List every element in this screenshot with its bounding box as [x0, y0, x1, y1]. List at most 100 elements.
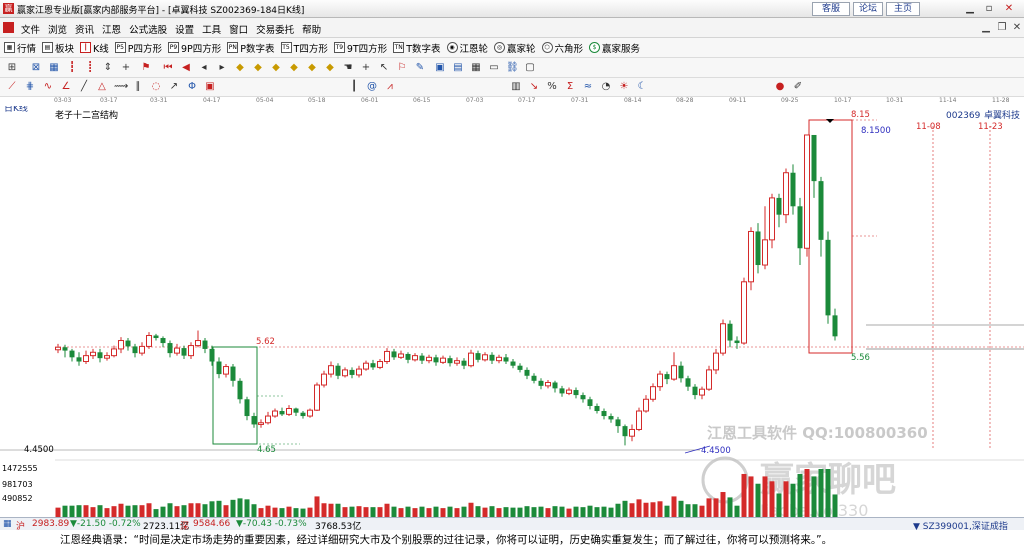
close-icon[interactable]: ✕: [1001, 2, 1017, 16]
toolbar-p-table[interactable]: PN P数字表: [227, 41, 275, 55]
toolbar-9t-square[interactable]: T9 9T四方形: [333, 41, 387, 55]
calendar-icon[interactable]: ▣: [434, 62, 446, 74]
candle-body: [461, 360, 467, 366]
menu-window[interactable]: 窗口: [225, 22, 252, 36]
candle-body: [307, 409, 313, 417]
cursor-icon[interactable]: ↖: [378, 62, 390, 74]
brush-icon[interactable]: ✐: [792, 81, 804, 93]
menu-tools[interactable]: 工具: [198, 22, 225, 36]
fan-icon[interactable]: ⟋: [6, 81, 18, 93]
candles-icon[interactable]: ┇: [66, 62, 78, 74]
toolbar-service[interactable]: $ 赢家服务: [589, 41, 640, 55]
doc-restore-icon[interactable]: ❐: [995, 21, 1009, 35]
parallel-icon[interactable]: ∥: [132, 81, 144, 93]
pitch-icon[interactable]: ⩘: [384, 81, 396, 93]
maximize-icon[interactable]: ▫: [981, 2, 997, 16]
home-button[interactable]: 主页: [886, 2, 920, 16]
forum-button[interactable]: 论坛: [853, 2, 883, 16]
window-icon[interactable]: ▢: [524, 62, 536, 74]
toolbar-quotes[interactable]: ▦ 行情: [4, 41, 36, 55]
diamond5-icon[interactable]: ◆: [306, 62, 318, 74]
save-icon[interactable]: ▤: [452, 62, 464, 74]
triangle-icon[interactable]: △: [96, 81, 108, 93]
toolbar-kline[interactable]: ┃ K线: [80, 41, 109, 55]
sh-index-value[interactable]: 2983.89: [32, 519, 69, 529]
fib-icon[interactable]: Φ: [186, 81, 198, 93]
first-icon[interactable]: ⏮: [162, 62, 174, 74]
table-icon[interactable]: ▦: [48, 62, 60, 74]
link-icon[interactable]: ⛓: [506, 62, 519, 74]
candle-body: [370, 363, 376, 368]
ray-icon[interactable]: ↗: [168, 81, 180, 93]
pattern-icon[interactable]: ⊠: [30, 62, 42, 74]
volume-bar: [741, 473, 747, 517]
curve-icon[interactable]: ∿: [42, 81, 54, 93]
sigma-icon[interactable]: Σ: [564, 81, 576, 93]
menu-trade[interactable]: 交易委托: [252, 22, 298, 36]
date-label: 11-14: [939, 97, 957, 104]
back-icon[interactable]: ◂: [198, 62, 210, 74]
doc-minimize-icon[interactable]: ▁: [979, 21, 993, 35]
line-icon[interactable]: ╱: [78, 81, 90, 93]
toolbar-hexagon[interactable]: ⬡ 六角形: [541, 41, 583, 55]
diamond2-icon[interactable]: ◆: [252, 62, 264, 74]
wave-icon[interactable]: ≈: [582, 81, 594, 93]
diamond6-icon[interactable]: ◆: [324, 62, 336, 74]
diamond4-icon[interactable]: ◆: [288, 62, 300, 74]
bar-tool-icon[interactable]: ▥: [510, 81, 522, 93]
volume-bar: [510, 507, 516, 517]
toolbar-t-square[interactable]: T5 T四方形: [280, 41, 328, 55]
angle-icon[interactable]: ∠: [60, 81, 72, 93]
prev-icon[interactable]: ◀: [180, 62, 192, 74]
grid-lines-icon[interactable]: ⋕: [24, 81, 36, 93]
bars-icon[interactable]: ┋: [84, 62, 96, 74]
layout-icon[interactable]: ⊞: [6, 62, 18, 74]
menu-gann[interactable]: 江恩: [98, 22, 125, 36]
plus-dropdown-icon[interactable]: +: [120, 62, 132, 74]
flag-icon[interactable]: ⚑: [140, 62, 152, 74]
service-button[interactable]: 客服: [812, 2, 850, 16]
hand-icon[interactable]: ☚: [342, 62, 354, 74]
sun-icon[interactable]: ☀: [618, 81, 630, 93]
candle-tool-icon[interactable]: ┃: [348, 81, 360, 93]
crosshair-icon[interactable]: +: [360, 62, 372, 74]
box-icon[interactable]: ▣: [204, 81, 216, 93]
cycle-icon[interactable]: ◌: [150, 81, 162, 93]
moon-icon[interactable]: ☾: [636, 81, 648, 93]
candle-body: [608, 416, 614, 420]
doc-close-icon[interactable]: ✕: [1010, 21, 1024, 35]
date-label: 07-03: [466, 97, 484, 104]
spiral-icon[interactable]: @: [366, 81, 378, 93]
menu-file[interactable]: 文件: [17, 22, 44, 36]
toolbar-winner-wheel[interactable]: ◎ 赢家轮: [494, 41, 536, 55]
kline-chart[interactable]: 日K线 老子十二宫结构 002369 卓翼科技 8.15 8.1500 5.62…: [0, 106, 1024, 517]
arrow-dropdown-icon[interactable]: ⇕: [102, 62, 114, 74]
diamond1-icon[interactable]: ◆: [234, 62, 246, 74]
record-icon[interactable]: ●: [774, 81, 786, 93]
toolbar-sectors[interactable]: ▤ 板块: [42, 41, 74, 55]
tag-icon[interactable]: ⚐: [396, 62, 408, 74]
percent-icon[interactable]: %: [546, 81, 558, 93]
menu-help[interactable]: 帮助: [298, 22, 325, 36]
toolbar-9p-square[interactable]: P9 9P四方形: [168, 41, 221, 55]
sz-index-value[interactable]: 9584.66: [193, 519, 230, 529]
trend-icon[interactable]: ↘: [528, 81, 540, 93]
volume-bar: [398, 508, 404, 517]
menu-browse[interactable]: 浏览: [44, 22, 71, 36]
minimize-icon[interactable]: ▁: [962, 2, 978, 16]
forward-icon[interactable]: ▸: [216, 62, 228, 74]
menu-info[interactable]: 资讯: [71, 22, 98, 36]
menu-formula[interactable]: 公式选股: [125, 22, 171, 36]
toolbar-p-square[interactable]: P5 P四方形: [114, 41, 162, 55]
pencil-icon[interactable]: ✎: [414, 62, 426, 74]
toolbar-t-table[interactable]: TN T数字表: [393, 41, 441, 55]
grid-status-icon[interactable]: ▦: [3, 519, 12, 529]
grid2-icon[interactable]: ▦: [470, 62, 482, 74]
monitor-icon[interactable]: ▭: [488, 62, 500, 74]
chart-line-icon[interactable]: ⟿: [114, 81, 128, 93]
toolbar-gann-wheel[interactable]: ◉ 江恩轮: [446, 41, 488, 55]
eye-icon[interactable]: ◔: [600, 81, 612, 93]
menu-settings[interactable]: 设置: [171, 22, 198, 36]
diamond3-icon[interactable]: ◆: [270, 62, 282, 74]
candle-body: [174, 347, 180, 354]
